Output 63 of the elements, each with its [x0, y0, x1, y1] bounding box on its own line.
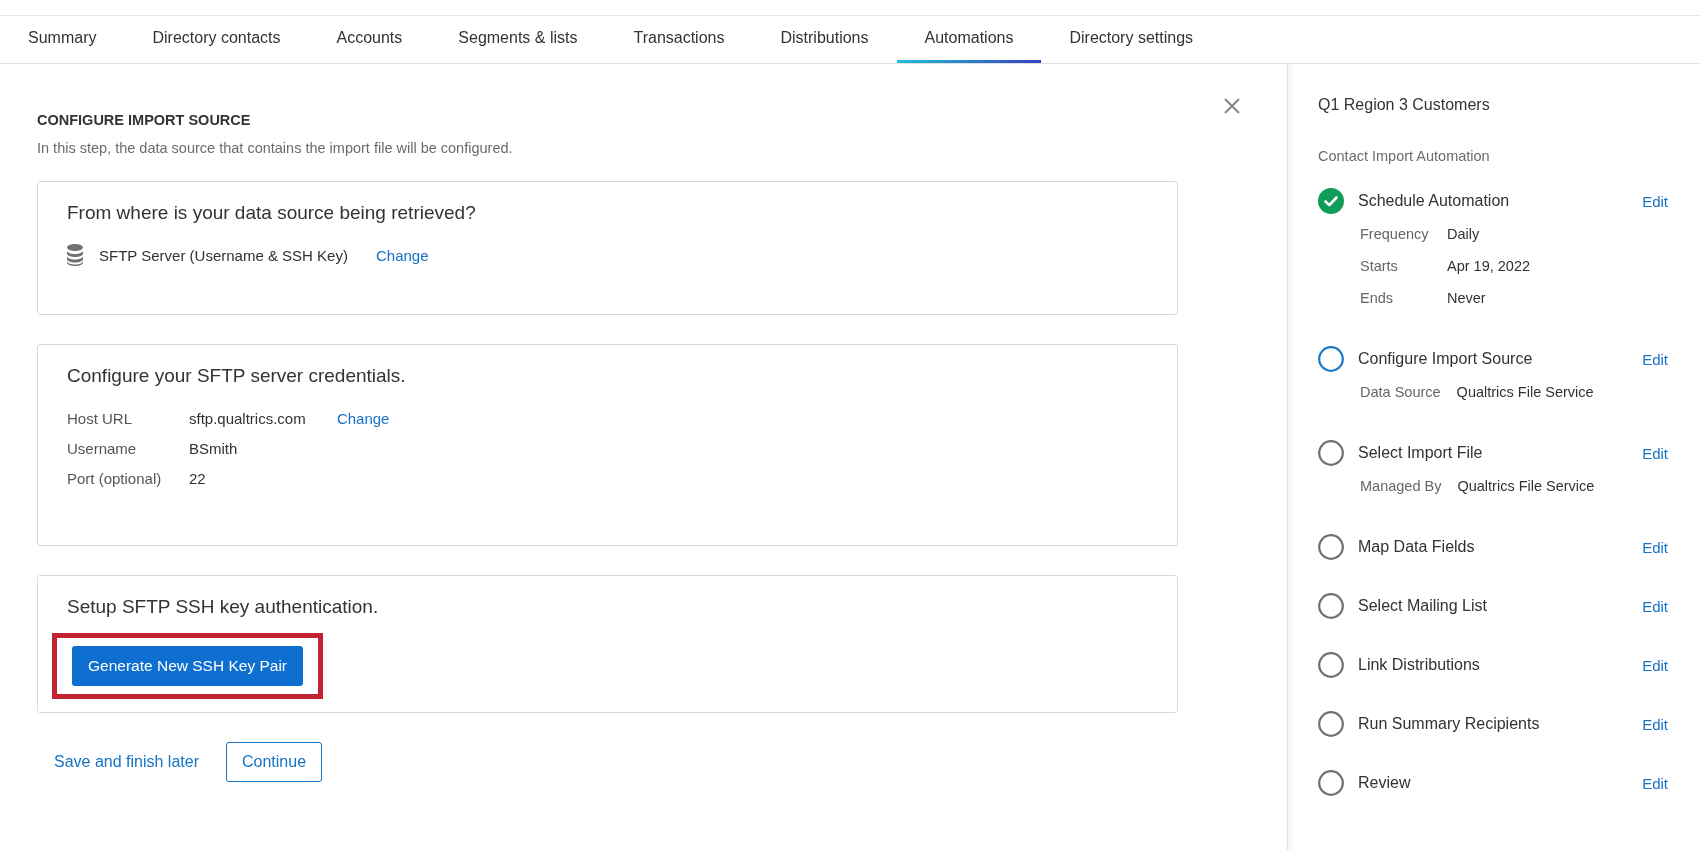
sidebar-subtitle: Contact Import Automation: [1318, 148, 1491, 164]
step-name: Link Distributions: [1358, 656, 1481, 674]
step-name: Select Mailing List: [1358, 597, 1488, 615]
field-value: sftp.qualtrics.com: [189, 410, 306, 427]
circle-icon: [1318, 593, 1344, 619]
step-name: Review: [1358, 774, 1412, 792]
section-heading: CONFIGURE IMPORT SOURCE: [37, 112, 252, 128]
step-name: Configure Import Source: [1358, 350, 1534, 368]
step-name: Map Data Fields: [1358, 538, 1476, 556]
nav-tab[interactable]: Automations: [896, 16, 1042, 63]
edit-link[interactable]: Edit: [1642, 774, 1668, 792]
edit-link[interactable]: Edit: [1642, 715, 1668, 733]
field-label: Port (optional): [67, 470, 163, 487]
generate-key-button[interactable]: Generate New SSH Key Pair: [72, 646, 303, 686]
step-name: Schedule Automation: [1358, 192, 1511, 210]
card-title: Setup SFTP SSH key authentication.: [67, 596, 380, 618]
circle-icon: [1318, 534, 1344, 560]
detail-label: Frequency: [1360, 226, 1430, 242]
field-value: 22: [189, 470, 206, 487]
nav-tab[interactable]: Segments & lists: [430, 16, 606, 63]
card-title: Configure your SFTP server credentials.: [67, 365, 407, 387]
nav-tab[interactable]: Accounts: [308, 16, 431, 63]
nav-tab[interactable]: Directory contacts: [124, 16, 309, 63]
continue-button[interactable]: Continue: [226, 742, 323, 782]
detail-label: Starts: [1360, 258, 1399, 274]
edit-link[interactable]: Edit: [1642, 444, 1668, 462]
field-label: Host URL: [67, 410, 134, 427]
detail-label: Data Source: [1360, 384, 1441, 400]
database-icon: [67, 244, 83, 266]
detail-value: Qualtrics File Service: [1456, 384, 1595, 400]
field-value: BSmith: [189, 440, 238, 457]
detail-value: Apr 19, 2022: [1447, 258, 1532, 274]
detail-label: Managed By: [1360, 478, 1442, 494]
nav-tab[interactable]: Directory settings: [1041, 16, 1222, 63]
change-link[interactable]: Change: [336, 410, 390, 427]
sidebar-title: Q1 Region 3 Customers: [1318, 96, 1491, 114]
edit-link[interactable]: Edit: [1642, 656, 1668, 674]
check-circle-icon: [1318, 188, 1344, 214]
detail-value: Never: [1447, 290, 1487, 306]
source-name: SFTP Server (Username & SSH Key): [99, 246, 348, 264]
close-icon[interactable]: [1223, 97, 1241, 115]
field-label: Username: [67, 440, 138, 457]
step-name: Run Summary Recipients: [1358, 715, 1541, 733]
edit-link[interactable]: Edit: [1642, 538, 1668, 556]
circle-icon: [1318, 440, 1344, 466]
change-link[interactable]: Change: [375, 246, 429, 264]
circle-icon: [1318, 770, 1344, 796]
detail-label: Ends: [1360, 290, 1395, 306]
nav-tab[interactable]: Distributions: [752, 16, 897, 63]
circle-icon: [1318, 652, 1344, 678]
section-description: In this step, the data source that contains the import file will be configured.: [37, 140, 514, 156]
nav-tab[interactable]: Transactions: [605, 16, 753, 63]
nav-tab[interactable]: Summary: [0, 16, 125, 63]
card-title: From where is your data source being retrieved?: [67, 202, 477, 224]
edit-link[interactable]: Edit: [1642, 192, 1668, 210]
edit-link[interactable]: Edit: [1642, 597, 1668, 615]
circle-icon: [1318, 346, 1344, 372]
detail-value: Qualtrics File Service: [1457, 478, 1596, 494]
circle-icon: [1318, 711, 1344, 737]
detail-value: Daily: [1447, 226, 1481, 242]
edit-link[interactable]: Edit: [1642, 350, 1668, 368]
step-name: Select Import File: [1358, 444, 1484, 462]
save-link[interactable]: Save and finish later: [54, 753, 199, 771]
